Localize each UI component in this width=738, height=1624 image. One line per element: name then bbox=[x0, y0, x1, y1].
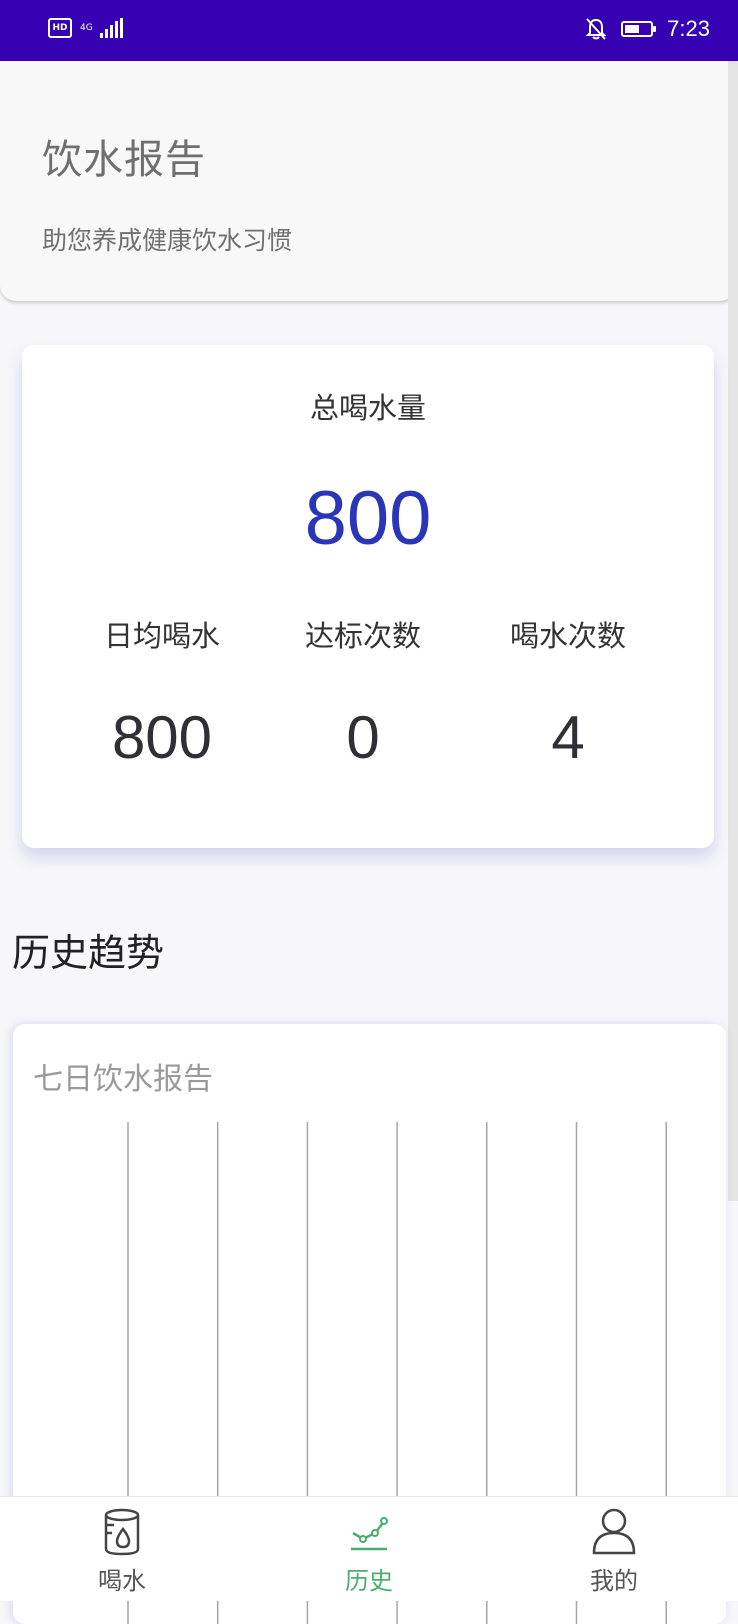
stat-label: 喝水次数 bbox=[509, 619, 626, 653]
stat-daily-average: 日均喝水 800 bbox=[47, 613, 277, 772]
stat-value: 4 bbox=[551, 704, 585, 771]
status-time: 7:23 bbox=[667, 16, 710, 41]
nav-item-profile[interactable]: 我的 bbox=[554, 1507, 674, 1596]
header-card: 饮水报告 助您养成健康饮水习惯 bbox=[0, 61, 736, 301]
stat-value: 800 bbox=[111, 704, 213, 771]
scrollbar[interactable] bbox=[728, 61, 738, 1201]
bottom-nav: 喝水 历史 我的 bbox=[0, 1496, 738, 1601]
battery-level bbox=[625, 25, 640, 33]
nav-item-history[interactable]: 历史 bbox=[309, 1507, 429, 1596]
stat-goal-reached: 达标次数 0 bbox=[248, 613, 478, 772]
chart-line-icon bbox=[351, 1517, 388, 1551]
nav-label: 我的 bbox=[590, 1567, 638, 1595]
user-icon bbox=[592, 1508, 636, 1555]
stat-label: 日均喝水 bbox=[103, 619, 220, 653]
battery-icon bbox=[621, 21, 657, 37]
page-subtitle: 助您养成健康饮水习惯 bbox=[42, 226, 293, 255]
nav-item-drink[interactable]: 喝水 bbox=[62, 1507, 182, 1596]
network-type: 4G bbox=[80, 23, 93, 33]
total-water-label: 总喝水量 bbox=[309, 391, 426, 425]
stats-card: 总喝水量 800 日均喝水 800 达标次数 0 喝水次数 4 bbox=[22, 345, 714, 848]
water-cup-icon bbox=[104, 1508, 140, 1556]
bell-muted-icon bbox=[585, 18, 607, 40]
page-title: 饮水报告 bbox=[42, 137, 206, 183]
status-left: HD 4G bbox=[48, 18, 123, 38]
nav-label: 喝水 bbox=[98, 1567, 146, 1595]
stat-label: 达标次数 bbox=[304, 619, 421, 653]
status-bar: HD 4G 7:23 bbox=[0, 0, 738, 61]
hd-badge: HD bbox=[48, 18, 72, 38]
stat-drink-count: 喝水次数 4 bbox=[453, 613, 683, 772]
nav-label: 历史 bbox=[345, 1567, 393, 1595]
stat-value: 0 bbox=[346, 704, 380, 771]
signal-icon bbox=[100, 18, 123, 38]
status-right: 7:23 bbox=[585, 16, 710, 42]
total-water-value: 800 bbox=[304, 476, 432, 561]
history-section-title: 历史趋势 bbox=[12, 931, 165, 975]
